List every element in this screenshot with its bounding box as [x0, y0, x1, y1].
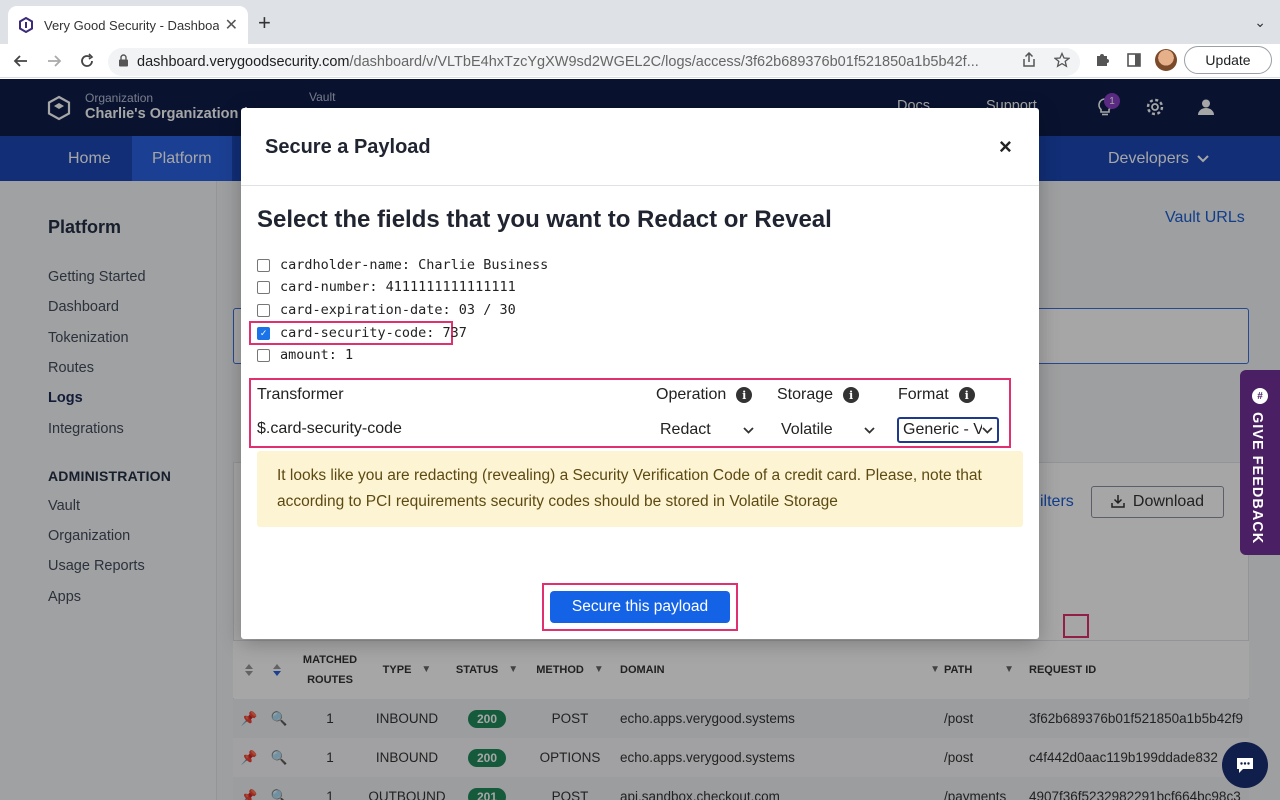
browser-tab-bar: Very Good Security - Dashboard ✕ + ⌄	[0, 0, 1280, 44]
col-storage: Storage i	[777, 386, 860, 404]
field-amount[interactable]: amount: 1	[257, 345, 353, 365]
feedback-hash-icon: #	[1252, 388, 1268, 404]
info-icon[interactable]: i	[843, 387, 860, 403]
chevron-down-icon	[982, 426, 993, 434]
field-card-security-code[interactable]: ✓ card-security-code: 737	[257, 323, 467, 343]
extensions-puzzle-icon[interactable]	[1094, 52, 1110, 72]
format-select[interactable]: Generic - V	[897, 417, 999, 443]
col-transformer: Transformer	[257, 386, 344, 403]
chat-button[interactable]	[1222, 742, 1268, 788]
operation-select[interactable]: Redact	[660, 417, 754, 443]
browser-toolbar: dashboard.verygoodsecurity.com /dashboar…	[0, 44, 1280, 78]
storage-select[interactable]: Volatile	[781, 417, 875, 443]
field-label: card-number: 4111111111111111	[280, 279, 516, 295]
sidepanel-icon[interactable]	[1126, 52, 1142, 72]
tab-close-icon[interactable]: ✕	[225, 15, 238, 35]
col-storage-label: Storage	[777, 386, 834, 403]
field-label: card-security-code: 737	[280, 325, 467, 341]
col-format-label: Format	[898, 386, 949, 403]
format-value: Generic - V	[903, 421, 983, 438]
lock-icon	[118, 54, 129, 70]
modal-heading: Select the fields that you want to Redac…	[257, 206, 832, 233]
modal-title: Secure a Payload	[265, 136, 431, 158]
info-icon[interactable]: i	[958, 387, 975, 403]
storage-value: Volatile	[781, 421, 833, 438]
col-operation-label: Operation	[656, 386, 727, 403]
browser-tab[interactable]: Very Good Security - Dashboard ✕	[8, 6, 248, 44]
chevron-down-icon	[864, 426, 875, 434]
chevron-down-icon	[743, 426, 754, 434]
checkbox-checked[interactable]: ✓	[257, 326, 270, 340]
give-feedback-tab[interactable]: # GIVE FEEDBACK	[1240, 370, 1280, 555]
field-label: cardholder-name: Charlie Business	[280, 257, 549, 273]
profile-avatar[interactable]	[1155, 49, 1177, 71]
field-card-number[interactable]: card-number: 4111111111111111	[257, 277, 516, 297]
transformer-path: $.card-security-code	[257, 420, 402, 437]
secure-payload-modal: Secure a Payload × Select the fields tha…	[241, 108, 1039, 639]
field-cardholder-name[interactable]: cardholder-name: Charlie Business	[257, 255, 548, 275]
checkbox[interactable]	[257, 303, 270, 317]
chat-bubble-icon	[1237, 758, 1253, 773]
field-label: card-expiration-date: 03 / 30	[280, 302, 516, 318]
update-button[interactable]: Update	[1184, 46, 1272, 74]
col-format: Format i	[898, 386, 975, 404]
tab-search-chevron-icon[interactable]: ⌄	[1254, 14, 1266, 31]
field-label: amount: 1	[280, 347, 354, 363]
col-operation: Operation i	[656, 386, 753, 404]
feedback-label: GIVE FEEDBACK	[1249, 412, 1265, 545]
url-host: dashboard.verygoodsecurity.com	[137, 54, 350, 70]
modal-header: Secure a Payload ×	[241, 108, 1039, 186]
forward-arrow-icon[interactable]	[43, 50, 65, 72]
checkbox[interactable]	[257, 258, 270, 272]
operation-value: Redact	[660, 421, 711, 438]
checkbox[interactable]	[257, 280, 270, 294]
checkbox[interactable]	[257, 348, 270, 362]
share-icon[interactable]	[1022, 51, 1036, 72]
field-card-expiration-date[interactable]: card-expiration-date: 03 / 30	[257, 300, 516, 320]
info-icon[interactable]: i	[736, 387, 753, 403]
vgs-favicon-icon	[19, 17, 33, 33]
reload-icon[interactable]	[76, 50, 98, 72]
close-icon[interactable]: ×	[999, 134, 1012, 160]
new-tab-button[interactable]: +	[258, 12, 271, 34]
secure-payload-button[interactable]: Secure this payload	[550, 591, 730, 623]
tab-title: Very Good Security - Dashboard	[44, 17, 219, 33]
back-arrow-icon[interactable]	[10, 50, 32, 72]
address-bar[interactable]: dashboard.verygoodsecurity.com /dashboar…	[108, 48, 1080, 76]
pci-warning-alert: It looks like you are redacting (reveali…	[257, 451, 1023, 527]
bookmark-star-icon[interactable]	[1053, 51, 1071, 72]
url-path: /dashboard/v/VLTbE4hxTzcYgXW9sd2WGEL2C/l…	[349, 54, 979, 70]
